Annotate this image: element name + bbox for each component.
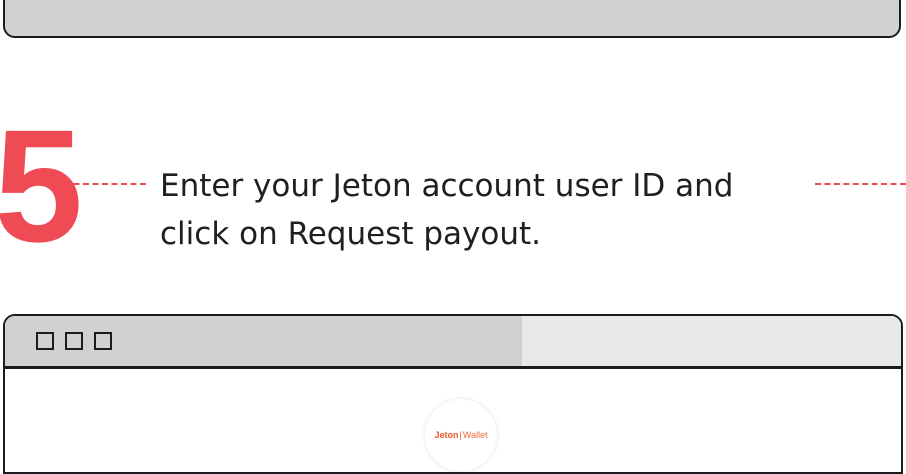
step-number: 5	[0, 96, 83, 275]
logo-product: Wallet	[462, 430, 488, 440]
step-instruction: Enter your Jeton account user ID and cli…	[160, 168, 734, 252]
window-control-button[interactable]	[65, 332, 83, 350]
dashed-connector-right	[815, 183, 906, 185]
previous-browser-window-bottom	[3, 0, 901, 38]
dashed-connector-left	[64, 183, 146, 185]
logo-brand: Jeton	[434, 430, 459, 440]
window-control-button[interactable]	[36, 332, 54, 350]
browser-window: Jeton | Wallet	[3, 314, 903, 474]
browser-titlebar	[5, 316, 901, 369]
logo-separator: |	[459, 430, 462, 440]
jeton-wallet-logo: Jeton | Wallet	[425, 399, 497, 471]
window-control-button[interactable]	[94, 332, 112, 350]
